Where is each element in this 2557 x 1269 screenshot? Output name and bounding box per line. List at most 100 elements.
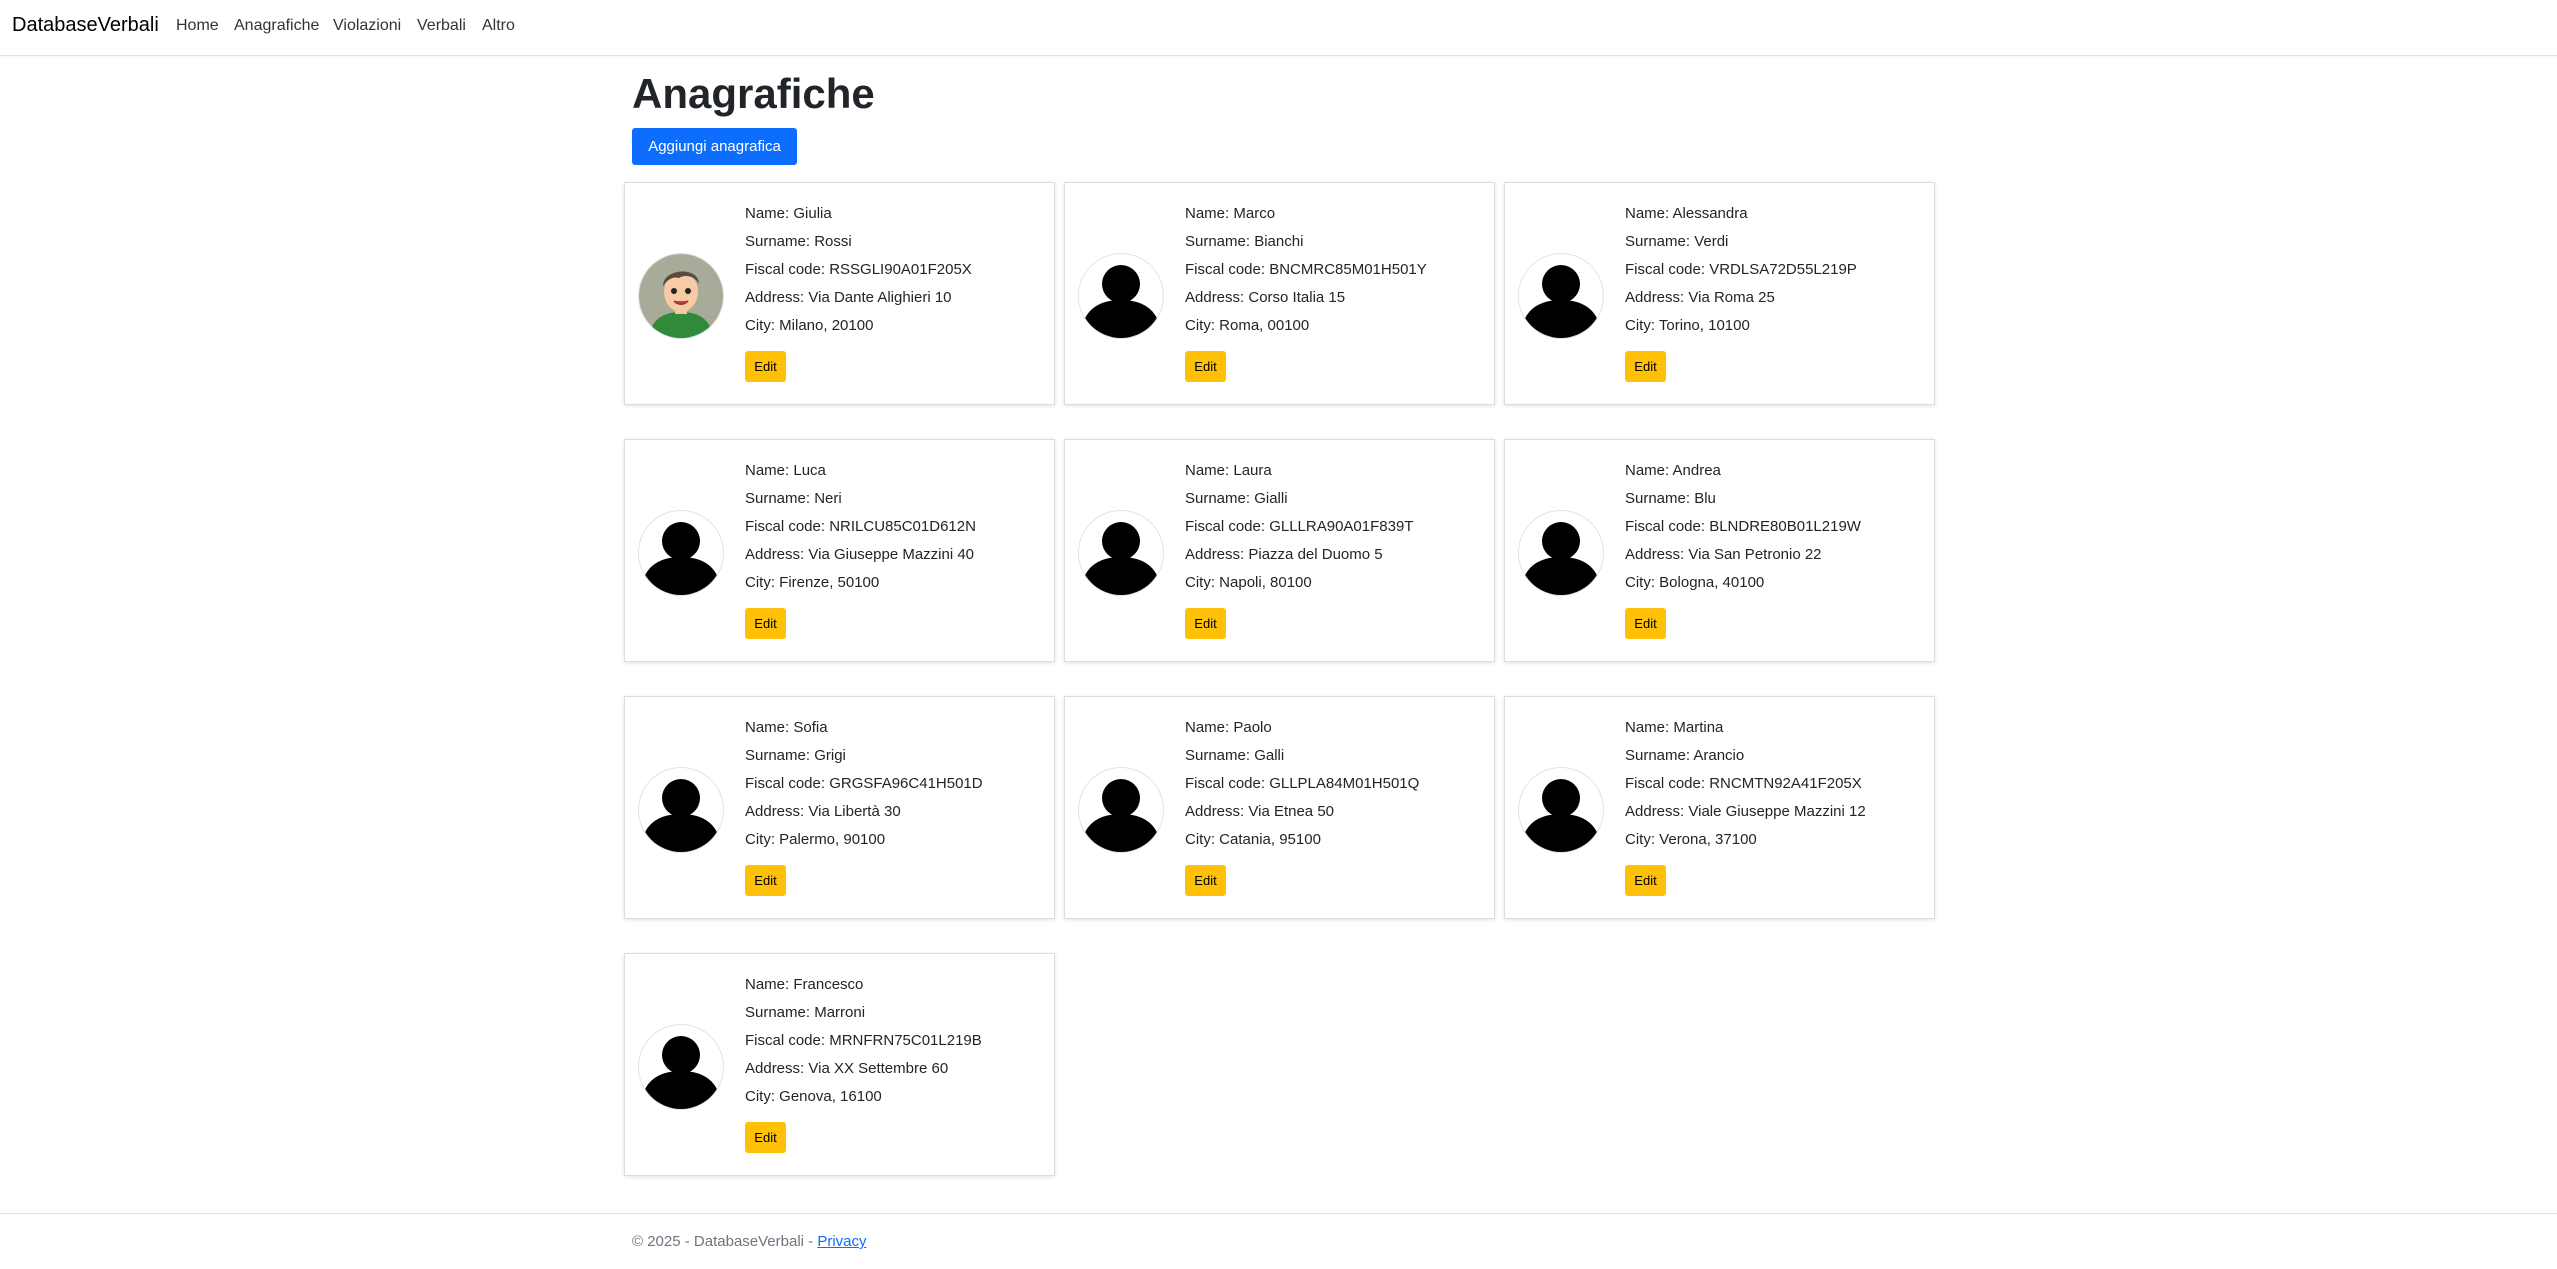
person-info: Name: Martina Surname: Arancio Fiscal code… (1625, 717, 1866, 857)
edit-button[interactable]: Edit (1185, 351, 1226, 382)
city-line: City: Genova, 16100 (745, 1086, 982, 1114)
person-card: Name: Paolo Surname: Galli Fiscal code: GL… (1064, 696, 1495, 919)
surname-label: Surname: (1185, 490, 1255, 507)
fiscal-code-value: NRILCU85C01D612N (829, 518, 976, 535)
city-value: Firenze, 50100 (779, 574, 880, 591)
fiscal-code-line: Fiscal code: RNCMTN92A41F205X (1625, 773, 1866, 801)
edit-button[interactable]: Edit (745, 351, 786, 382)
name-label: Name: (1185, 462, 1234, 479)
city-value: Catania, 95100 (1219, 831, 1321, 848)
fiscal-code-label: Fiscal code: (1625, 261, 1710, 278)
add-anagrafica-button[interactable]: Aggiungi anagrafica (632, 128, 797, 165)
fiscal-code-label: Fiscal code: (1185, 518, 1270, 535)
person-info: Name: Laura Surname: Gialli Fiscal code: G… (1185, 460, 1413, 600)
address-line: Address: Via Etnea 50 (1185, 801, 1419, 829)
city-line: City: Catania, 95100 (1185, 829, 1419, 857)
fiscal-code-line: Fiscal code: GLLPLA84M01H501Q (1185, 773, 1419, 801)
person-silhouette-icon (1518, 767, 1604, 853)
name-label: Name: (1625, 719, 1674, 736)
privacy-link[interactable]: Privacy (817, 1233, 866, 1250)
address-line: Address: Corso Italia 15 (1185, 287, 1427, 315)
avatar (638, 253, 724, 339)
edit-button[interactable]: Edit (745, 1122, 786, 1153)
surname-line: Surname: Blu (1625, 488, 1861, 516)
city-line: City: Verona, 37100 (1625, 829, 1866, 857)
person-silhouette-icon (1518, 253, 1604, 339)
fiscal-code-line: Fiscal code: GRGSFA96C41H501D (745, 773, 983, 801)
fiscal-code-line: Fiscal code: BLNDRE80B01L219W (1625, 516, 1861, 544)
footer: © 2025 - DatabaseVerbali - Privacy (632, 1233, 867, 1250)
name-label: Name: (1185, 719, 1234, 736)
surname-label: Surname: (745, 747, 815, 764)
address-line: Address: Via Libertà 30 (745, 801, 983, 829)
name-line: Name: Marco (1185, 203, 1427, 231)
person-silhouette-icon (638, 1024, 724, 1110)
name-value: Marco (1233, 205, 1276, 222)
surname-line: Surname: Galli (1185, 745, 1419, 773)
edit-button[interactable]: Edit (1625, 351, 1666, 382)
fiscal-code-value: BLNDRE80B01L219W (1709, 518, 1861, 535)
name-line: Name: Alessandra (1625, 203, 1857, 231)
fiscal-code-line: Fiscal code: GLLLRA90A01F839T (1185, 516, 1413, 544)
city-label: City: (745, 574, 780, 591)
edit-button[interactable]: Edit (1185, 865, 1226, 896)
person-silhouette-icon (1078, 510, 1164, 596)
brand-link[interactable]: DatabaseVerbali (12, 14, 159, 37)
surname-value: Blu (1694, 490, 1716, 507)
fiscal-code-label: Fiscal code: (745, 775, 830, 792)
city-value: Verona, 37100 (1659, 831, 1757, 848)
address-label: Address: (745, 289, 809, 306)
city-line: City: Firenze, 50100 (745, 572, 976, 600)
surname-value: Galli (1254, 747, 1285, 764)
surname-value: Marroni (814, 1004, 866, 1021)
name-value: Alessandra (1672, 205, 1748, 222)
city-label: City: (745, 317, 780, 334)
fiscal-code-line: Fiscal code: BNCMRC85M01H501Y (1185, 259, 1427, 287)
name-line: Name: Giulia (745, 203, 972, 231)
edit-button[interactable]: Edit (745, 865, 786, 896)
edit-button[interactable]: Edit (1625, 865, 1666, 896)
address-line: Address: Via XX Settembre 60 (745, 1058, 982, 1086)
address-label: Address: (1185, 546, 1249, 563)
name-value: Laura (1233, 462, 1272, 479)
address-line: Address: Via Dante Alighieri 10 (745, 287, 972, 315)
name-label: Name: (745, 462, 794, 479)
nav-link-violazioni[interactable]: Violazioni (333, 17, 401, 35)
edit-button[interactable]: Edit (745, 608, 786, 639)
address-label: Address: (1625, 289, 1689, 306)
fiscal-code-line: Fiscal code: NRILCU85C01D612N (745, 516, 976, 544)
fiscal-code-value: MRNFRN75C01L219B (829, 1032, 982, 1049)
person-info: Name: Paolo Surname: Galli Fiscal code: GL… (1185, 717, 1419, 857)
address-value: Viale Giuseppe Mazzini 12 (1688, 803, 1866, 820)
address-value: Via Dante Alighieri 10 (808, 289, 952, 306)
nav-link-home[interactable]: Home (176, 17, 219, 35)
fiscal-code-line: Fiscal code: VRDLSA72D55L219P (1625, 259, 1857, 287)
address-label: Address: (1185, 803, 1249, 820)
city-label: City: (1185, 574, 1220, 591)
surname-label: Surname: (1185, 747, 1255, 764)
surname-line: Surname: Neri (745, 488, 976, 516)
surname-line: Surname: Verdi (1625, 231, 1857, 259)
edit-button[interactable]: Edit (1625, 608, 1666, 639)
fiscal-code-line: Fiscal code: RSSGLI90A01F205X (745, 259, 972, 287)
nav-link-altro[interactable]: Altro (482, 17, 515, 35)
person-card: Name: Sofia Surname: Grigi Fiscal code: GR… (624, 696, 1055, 919)
edit-button[interactable]: Edit (1185, 608, 1226, 639)
address-label: Address: (745, 546, 809, 563)
nav-link-verbali[interactable]: Verbali (417, 17, 466, 35)
city-label: City: (1185, 317, 1220, 334)
person-card: Name: Luca Surname: Neri Fiscal code: NRIL… (624, 439, 1055, 662)
name-value: Paolo (1233, 719, 1272, 736)
name-line: Name: Laura (1185, 460, 1413, 488)
name-value: Francesco (793, 976, 864, 993)
surname-label: Surname: (1625, 490, 1695, 507)
address-line: Address: Via San Petronio 22 (1625, 544, 1861, 572)
fiscal-code-label: Fiscal code: (1185, 261, 1270, 278)
nav-link-anagrafiche[interactable]: Anagrafiche (234, 17, 319, 35)
person-silhouette-icon (638, 510, 724, 596)
address-label: Address: (1185, 289, 1249, 306)
address-label: Address: (1625, 546, 1689, 563)
page-title: Anagrafiche (632, 70, 875, 117)
name-line: Name: Luca (745, 460, 976, 488)
surname-line: Surname: Bianchi (1185, 231, 1427, 259)
